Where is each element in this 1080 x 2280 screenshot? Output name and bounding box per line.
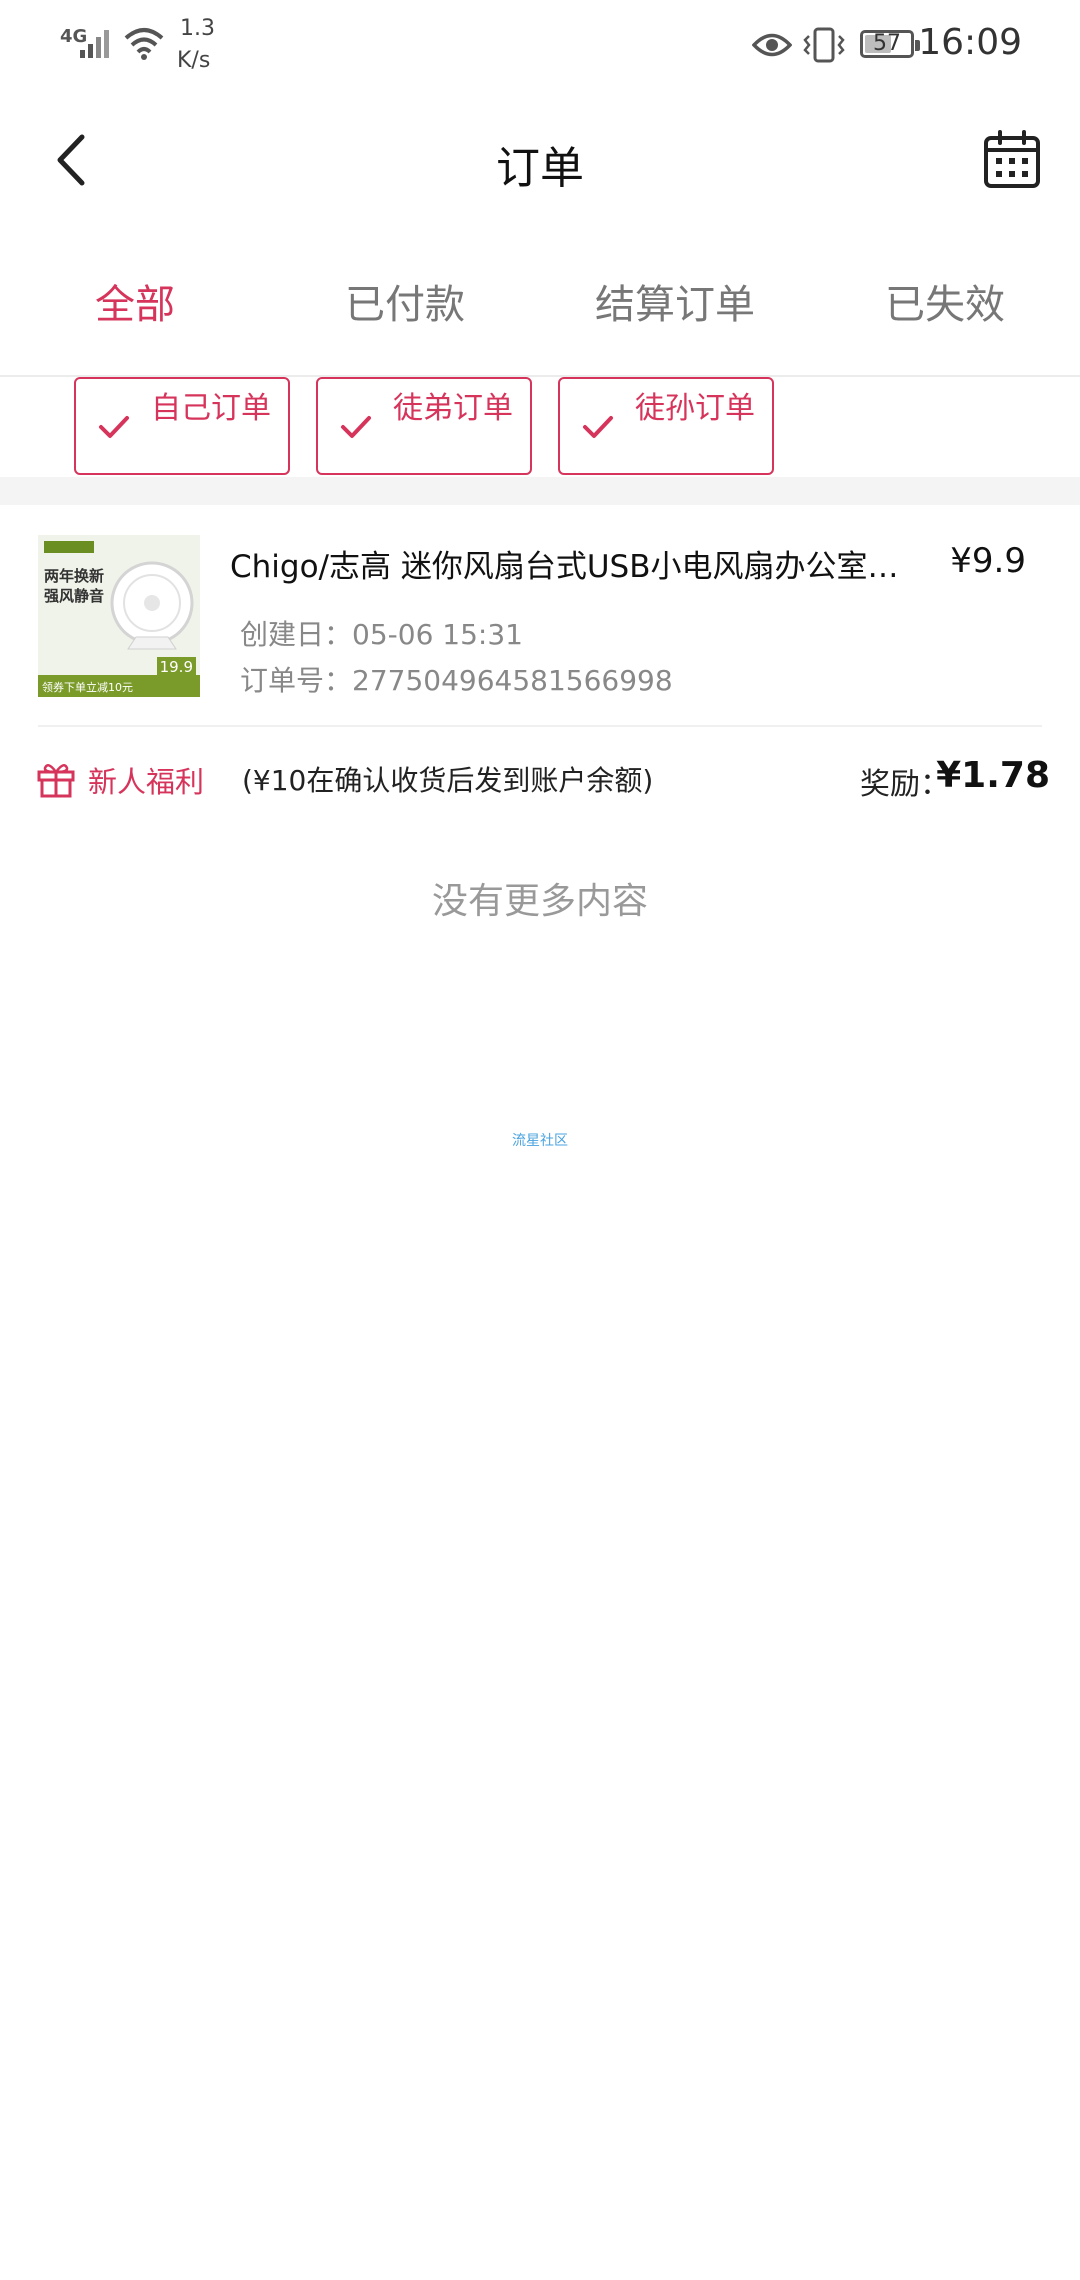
- tab-paid[interactable]: 已付款: [270, 235, 540, 375]
- order-card[interactable]: 两年换新 强风静音 领券下单立减10元 19.9 Chigo/志高 迷你风扇台式…: [0, 505, 1080, 835]
- bonus-note: (¥10在确认收货后发到账户余额): [242, 764, 654, 797]
- created-value: 05-06 15:31: [352, 618, 523, 651]
- filter-label: 徒弟订单: [393, 391, 513, 426]
- thumb-subline: 强风静音: [44, 587, 105, 605]
- order-number-value: 277504964581566998: [352, 664, 673, 697]
- fan-image: [110, 561, 194, 650]
- order-status-tabs: 全部 已付款 结算订单 已失效: [0, 235, 1080, 377]
- wifi-icon: [124, 28, 164, 60]
- battery-icon: 57: [860, 30, 920, 58]
- tab-expired[interactable]: 已失效: [810, 235, 1080, 375]
- eye-icon: [752, 33, 792, 57]
- tab-settled[interactable]: 结算订单: [540, 235, 810, 375]
- gift-icon: [37, 764, 75, 798]
- check-icon: [583, 416, 613, 438]
- brand-logo: [44, 541, 94, 553]
- product-title[interactable]: Chigo/志高 迷你风扇台式USB小电风扇办公室小…: [230, 541, 910, 586]
- newcomer-bonus-label: 新人福利: [88, 765, 205, 799]
- watermark-text: 流星社区: [512, 1133, 568, 1149]
- calendar-icon: [984, 130, 1040, 188]
- filter-grand-apprentice-orders[interactable]: 徒孙订单: [558, 377, 774, 475]
- calendar-button[interactable]: [980, 128, 1044, 192]
- thumb-coupon-text: 领券下单立减10元: [42, 681, 133, 694]
- thumb-headline: 两年换新: [44, 567, 105, 585]
- page-title: 订单: [496, 143, 584, 194]
- order-number-row: 订单号：277504964581566998: [240, 659, 673, 699]
- signal-icon: [80, 30, 109, 58]
- check-icon: [99, 416, 129, 438]
- tab-all[interactable]: 全部: [0, 235, 270, 375]
- thumb-price-badge: 19.9: [156, 657, 196, 677]
- created-date-row: 创建日：05-06 15:31: [240, 613, 523, 653]
- reward-value: ¥1.78: [936, 755, 1050, 796]
- no-more-content: 没有更多内容: [431, 881, 648, 922]
- vibrate-icon: [803, 27, 845, 63]
- product-thumbnail[interactable]: 两年换新 强风静音 领券下单立减10元 19.9: [38, 535, 200, 697]
- bonus-row: 新人福利 (¥10在确认收货后发到账户余额) 奖励： ¥1.78: [0, 727, 1080, 837]
- product-price: ¥9.9: [950, 541, 1026, 581]
- filter-label: 自己订单: [151, 391, 271, 426]
- filter-own-orders[interactable]: 自己订单: [74, 377, 290, 475]
- net-speed-unit: K/s: [177, 48, 211, 73]
- header-bar: 订单: [0, 90, 1080, 235]
- clock-time: 16:09: [918, 22, 1022, 63]
- net-speed-value: 1.3: [180, 16, 215, 41]
- section-separator: [0, 477, 1080, 505]
- check-icon: [341, 416, 371, 438]
- filter-label: 徒孙订单: [635, 391, 755, 426]
- filter-apprentice-orders[interactable]: 徒弟订单: [316, 377, 532, 475]
- status-bar: 4G 1.3 K/s 57 16:09: [0, 0, 1080, 90]
- created-label: 创建日：: [240, 618, 353, 651]
- battery-level: 57: [873, 31, 901, 56]
- order-source-filters: 自己订单 徒弟订单 徒孙订单: [0, 377, 1080, 477]
- order-number-label: 订单号：: [240, 664, 353, 697]
